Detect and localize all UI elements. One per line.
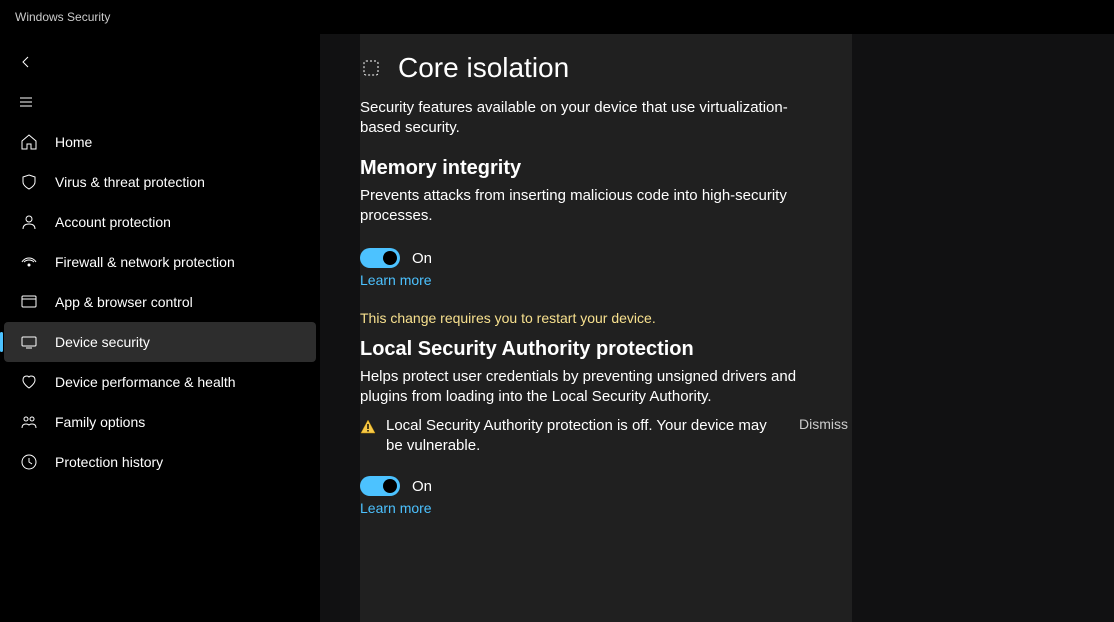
back-button[interactable] xyxy=(6,42,46,82)
account-icon xyxy=(19,212,39,232)
lsa-learn-more[interactable]: Learn more xyxy=(360,500,848,516)
sidebar-item-firewall[interactable]: Firewall & network protection xyxy=(4,242,316,282)
network-icon xyxy=(19,252,39,272)
memory-integrity-learn-more[interactable]: Learn more xyxy=(360,272,848,288)
home-icon xyxy=(19,132,39,152)
lsa-warning-text: Local Security Authority protection is o… xyxy=(386,416,789,457)
title-bar: Windows Security xyxy=(0,0,1114,34)
sidebar-item-label: Firewall & network protection xyxy=(55,254,235,270)
device-icon xyxy=(19,332,39,352)
sidebar-item-label: Account protection xyxy=(55,214,171,230)
memory-integrity-toggle[interactable] xyxy=(360,248,400,268)
sidebar-item-label: Virus & threat protection xyxy=(55,174,205,190)
main-area: Core isolation Security features availab… xyxy=(320,34,1114,622)
sidebar-item-family[interactable]: Family options xyxy=(4,402,316,442)
lsa-desc: Helps protect user credentials by preven… xyxy=(360,367,848,408)
sidebar: Home Virus & threat protection Account p… xyxy=(0,34,320,622)
sidebar-item-label: Device performance & health xyxy=(55,374,236,390)
menu-button[interactable] xyxy=(6,82,46,122)
dismiss-button[interactable]: Dismiss xyxy=(799,416,848,432)
memory-integrity-toggle-label: On xyxy=(412,250,432,267)
appbrowser-icon xyxy=(19,292,39,312)
sidebar-item-performance[interactable]: Device performance & health xyxy=(4,362,316,402)
page-title: Core isolation xyxy=(398,52,569,84)
lsa-toggle-label: On xyxy=(412,478,432,495)
sidebar-item-home[interactable]: Home xyxy=(4,122,316,162)
health-icon xyxy=(19,372,39,392)
family-icon xyxy=(19,412,39,432)
memory-integrity-title: Memory integrity xyxy=(360,157,848,180)
memory-integrity-desc: Prevents attacks from inserting maliciou… xyxy=(360,186,848,227)
sidebar-item-appbrowser[interactable]: App & browser control xyxy=(4,282,316,322)
lsa-toggle[interactable] xyxy=(360,476,400,496)
history-icon xyxy=(19,452,39,472)
shield-icon xyxy=(19,172,39,192)
content-panel: Core isolation Security features availab… xyxy=(360,34,852,622)
window-title: Windows Security xyxy=(15,10,110,24)
chip-icon xyxy=(360,57,382,79)
sidebar-item-label: Protection history xyxy=(55,454,163,470)
sidebar-item-label: Home xyxy=(55,134,92,150)
back-arrow-icon xyxy=(18,54,34,70)
warning-icon xyxy=(360,419,376,435)
sidebar-item-history[interactable]: Protection history xyxy=(4,442,316,482)
sidebar-item-account[interactable]: Account protection xyxy=(4,202,316,242)
hamburger-icon xyxy=(18,94,34,110)
sidebar-item-virus[interactable]: Virus & threat protection xyxy=(4,162,316,202)
sidebar-item-label: App & browser control xyxy=(55,294,193,310)
sidebar-item-device-security[interactable]: Device security xyxy=(4,322,316,362)
restart-message: This change requires you to restart your… xyxy=(360,310,848,326)
lsa-title: Local Security Authority protection xyxy=(360,338,848,361)
sidebar-item-label: Device security xyxy=(55,334,150,350)
page-description: Security features available on your devi… xyxy=(360,98,848,139)
sidebar-item-label: Family options xyxy=(55,414,145,430)
